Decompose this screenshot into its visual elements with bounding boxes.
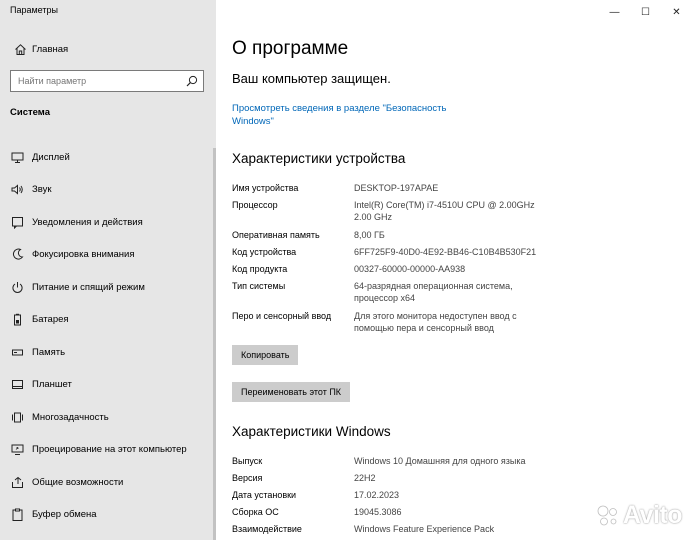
page-title: О программе bbox=[232, 38, 349, 59]
spec-key: Перо и сенсорный ввод bbox=[232, 311, 332, 321]
sidebar-item-label: Звук bbox=[32, 184, 52, 196]
avito-logo-icon bbox=[597, 505, 617, 525]
spec-key: Выпуск bbox=[232, 456, 263, 466]
sidebar-item-label: Фокусировка внимания bbox=[32, 249, 135, 261]
sidebar: Параметры Главная Система Дисплей Звук У… bbox=[0, 0, 216, 540]
spec-key: Код продукта bbox=[232, 264, 288, 274]
spec-key: Версия bbox=[232, 473, 263, 483]
home-nav-item[interactable]: Главная bbox=[0, 38, 216, 60]
sidebar-item-label: Память bbox=[32, 346, 66, 358]
device-specs-heading: Характеристики устройства bbox=[232, 151, 406, 166]
avito-watermark: Avito bbox=[596, 501, 683, 530]
watermark-text: Avito bbox=[622, 501, 683, 529]
home-icon bbox=[10, 43, 30, 56]
multitasking-icon bbox=[10, 410, 24, 424]
sidebar-item-label: Проецирование на этот компьютер bbox=[32, 444, 187, 456]
spec-key: Тип системы bbox=[232, 281, 286, 291]
sidebar-item-label: Уведомления и действия bbox=[32, 216, 143, 228]
minimize-button[interactable]: — bbox=[599, 0, 630, 24]
windows-specs-heading: Характеристики Windows bbox=[232, 424, 391, 439]
spec-key: Оперативная память bbox=[232, 230, 320, 240]
sidebar-item-label: Дисплей bbox=[32, 151, 70, 163]
sidebar-item-label: Общие возможности bbox=[32, 476, 124, 488]
battery-icon bbox=[10, 313, 24, 327]
protected-status: Ваш компьютер защищен. bbox=[232, 71, 391, 86]
sidebar-item-power[interactable]: Питание и спящий режим bbox=[0, 271, 216, 304]
security-link-line: Просмотреть сведения в разделе "Безопасн… bbox=[232, 103, 447, 114]
spec-value: 64-разрядная операционная система, проце… bbox=[354, 281, 513, 303]
sidebar-item-sound[interactable]: Звук bbox=[0, 174, 216, 207]
main-content: — ☐ ✕ О программе Ваш компьютер защищен.… bbox=[216, 0, 692, 540]
sidebar-item-clipboard[interactable]: Буфер обмена bbox=[0, 499, 216, 532]
sidebar-item-tablet[interactable]: Планшет bbox=[0, 369, 216, 402]
spec-key: Имя устройства bbox=[232, 183, 299, 193]
sidebar-item-multitasking[interactable]: Многозадачность bbox=[0, 401, 216, 434]
window-title: Параметры bbox=[10, 5, 58, 15]
sidebar-item-label: Буфер обмена bbox=[32, 509, 97, 521]
spec-value: 8,00 ГБ bbox=[354, 230, 385, 240]
storage-icon bbox=[10, 345, 24, 359]
spec-key: Дата установки bbox=[232, 490, 297, 500]
sidebar-item-projecting[interactable]: Проецирование на этот компьютер bbox=[0, 434, 216, 467]
spec-key: Сборка ОС bbox=[232, 507, 279, 517]
spec-value: Windows 10 Домашняя для одного языка bbox=[354, 456, 526, 466]
sidebar-item-remote-desktop[interactable] bbox=[0, 531, 216, 540]
spec-value: Для этого монитора недоступен ввод с пом… bbox=[354, 311, 517, 333]
rename-pc-button[interactable]: Переименовать этот ПК bbox=[232, 382, 351, 402]
sidebar-item-focus-assist[interactable]: Фокусировка внимания bbox=[0, 239, 216, 272]
sidebar-item-label: Планшет bbox=[32, 379, 72, 391]
display-icon bbox=[10, 150, 24, 164]
spec-value: 17.02.2023 bbox=[354, 490, 400, 500]
security-link-line: Windows" bbox=[232, 116, 274, 127]
home-label: Главная bbox=[32, 43, 69, 55]
spec-value: Windows Feature Experience Pack bbox=[354, 524, 495, 534]
sidebar-nav: Дисплей Звук Уведомления и действия Фоку… bbox=[0, 141, 216, 540]
sidebar-item-label: Батарея bbox=[32, 314, 69, 326]
close-button[interactable]: ✕ bbox=[661, 0, 692, 24]
focus-assist-icon bbox=[10, 248, 24, 262]
spec-value: 19045.3086 bbox=[354, 507, 402, 517]
sidebar-item-storage[interactable]: Память bbox=[0, 336, 216, 369]
spec-value: Intel(R) Core(TM) i7-4510U CPU @ 2.00GHz… bbox=[354, 200, 535, 222]
clipboard-icon bbox=[10, 508, 24, 522]
sidebar-item-display[interactable]: Дисплей bbox=[0, 141, 216, 174]
shared-experiences-icon bbox=[10, 475, 24, 489]
notifications-icon bbox=[10, 215, 24, 229]
sidebar-item-notifications[interactable]: Уведомления и действия bbox=[0, 206, 216, 239]
maximize-button[interactable]: ☐ bbox=[630, 0, 661, 24]
sidebar-item-battery[interactable]: Батарея bbox=[0, 304, 216, 337]
search-input[interactable] bbox=[11, 75, 181, 87]
sound-icon bbox=[10, 183, 24, 197]
sidebar-item-label: Питание и спящий режим bbox=[32, 281, 145, 293]
sidebar-item-shared-experiences[interactable]: Общие возможности bbox=[0, 466, 216, 499]
window-controls: — ☐ ✕ bbox=[599, 0, 692, 24]
spec-value: DESKTOP-197APAE bbox=[354, 183, 439, 193]
power-icon bbox=[10, 280, 24, 294]
spec-value: 6FF725F9-40D0-4E92-BB46-C10B4B530F21 bbox=[354, 247, 537, 257]
spec-value: 00327-60000-00000-AA938 bbox=[354, 264, 466, 274]
security-link[interactable]: Просмотреть сведения в разделе "Безопасн… bbox=[232, 102, 472, 128]
spec-key: Код устройства bbox=[232, 247, 297, 257]
section-label: Система bbox=[10, 107, 50, 118]
sidebar-item-label: Многозадачность bbox=[32, 411, 109, 423]
search-icon[interactable] bbox=[181, 75, 203, 87]
spec-value: 22H2 bbox=[354, 473, 376, 483]
spec-key: Взаимодействие bbox=[232, 524, 302, 534]
tablet-icon bbox=[10, 378, 24, 392]
copy-button[interactable]: Копировать bbox=[232, 345, 299, 365]
projecting-icon bbox=[10, 443, 24, 457]
search-box[interactable] bbox=[10, 70, 204, 92]
spec-key: Процессор bbox=[232, 200, 278, 210]
